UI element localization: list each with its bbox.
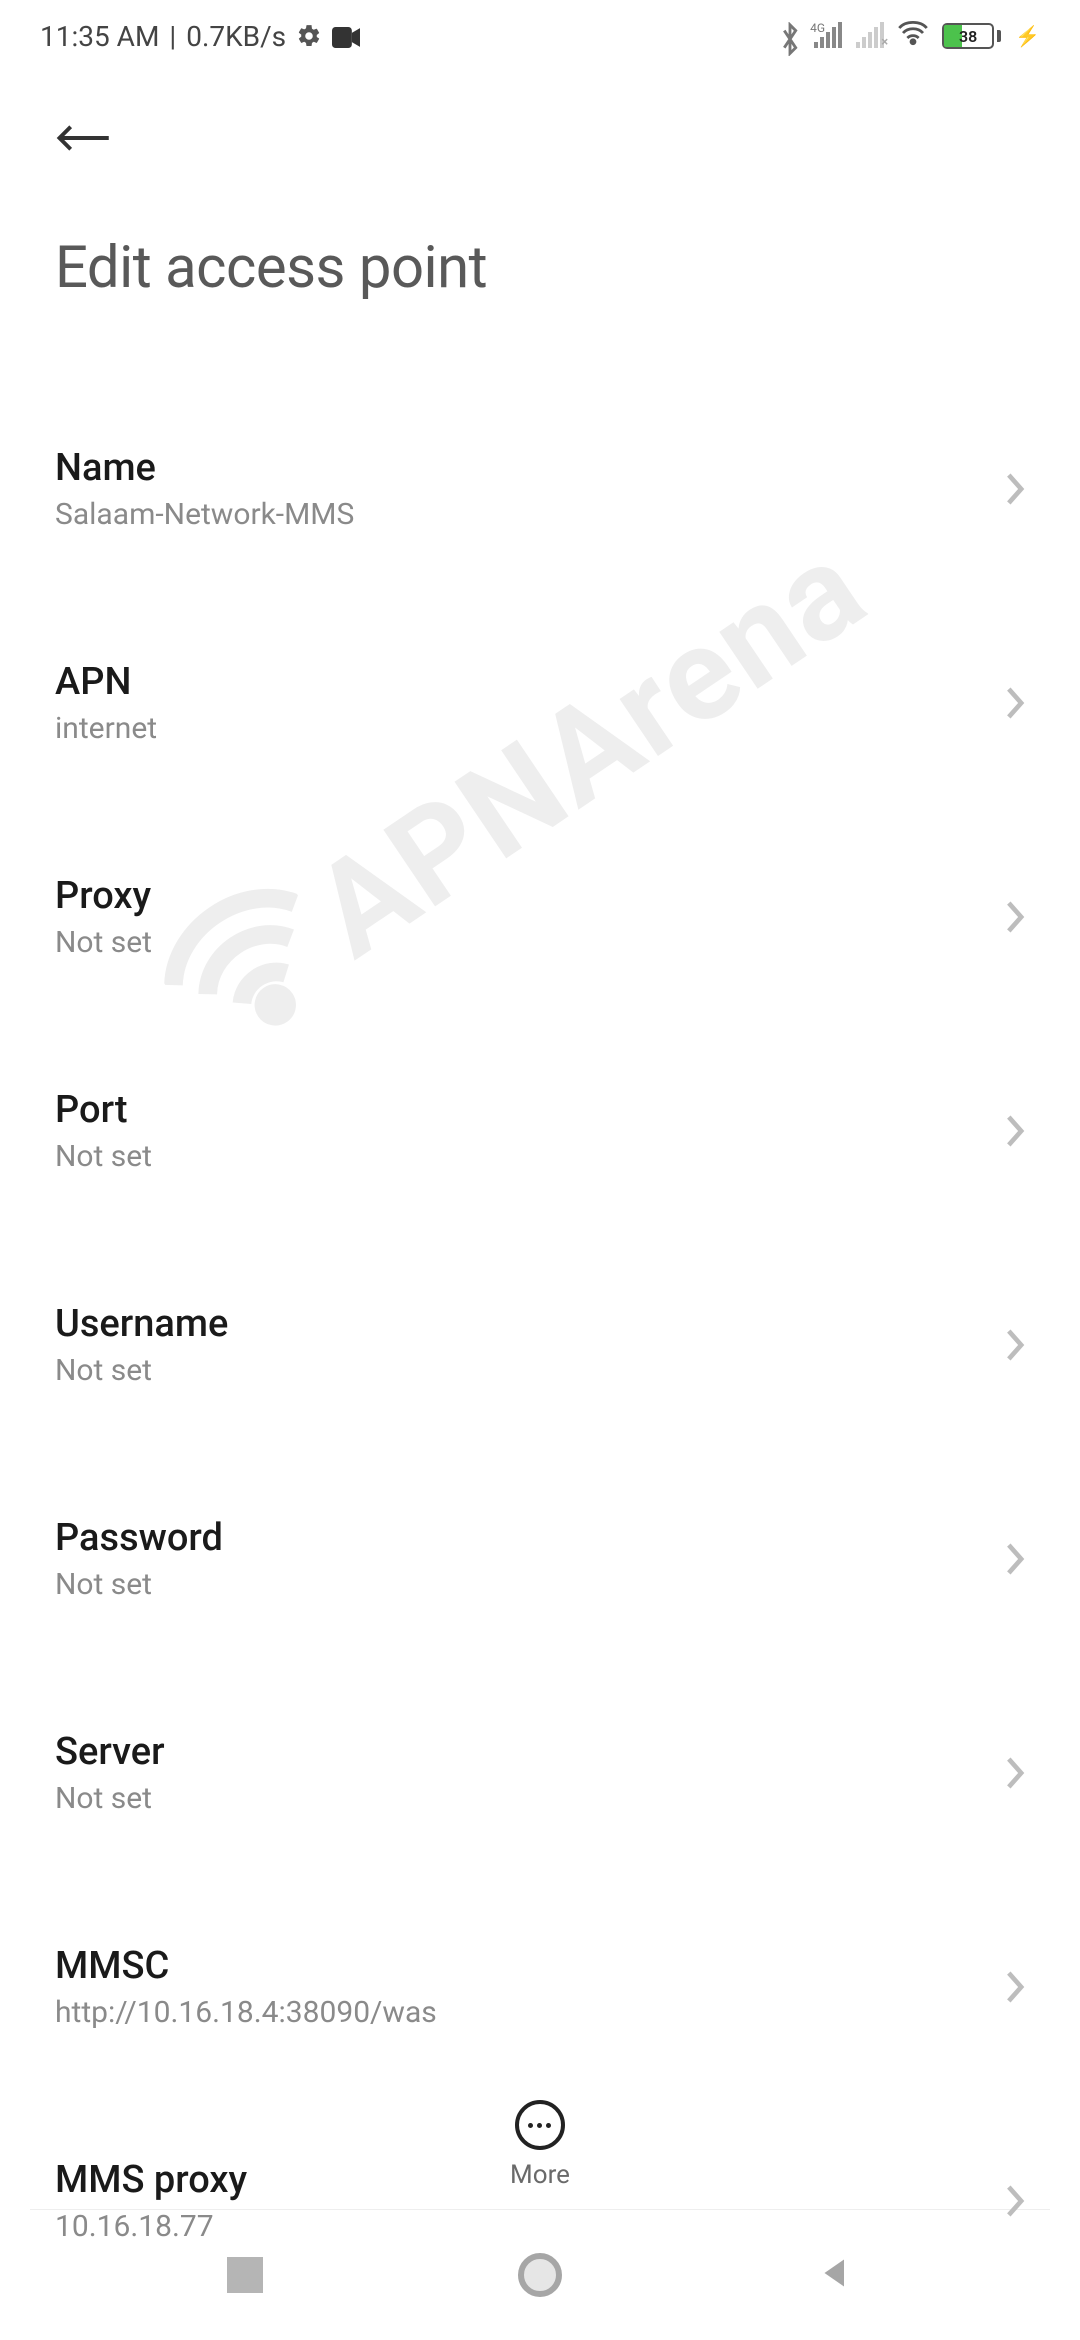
item-mmsc[interactable]: MMSC http://10.16.18.4:38090/was: [55, 1914, 1025, 2060]
item-subtitle: Not set: [55, 1781, 165, 1816]
item-subtitle: Not set: [55, 1353, 228, 1388]
item-subtitle: Not set: [55, 1567, 223, 1602]
signal-4g-icon: 4G: [814, 24, 842, 48]
item-title: Password: [55, 1516, 223, 1560]
chevron-right-icon: [999, 1542, 1025, 1576]
chevron-right-icon: [999, 1970, 1025, 2004]
nav-back-button[interactable]: [817, 2255, 853, 2295]
item-title: MMSC: [55, 1944, 437, 1988]
nav-home-button[interactable]: [518, 2253, 562, 2297]
chevron-right-icon: [999, 1114, 1025, 1148]
status-bar: 11:35 AM | 0.7KB/s 4G × 38: [0, 0, 1080, 72]
item-title: Name: [55, 446, 354, 490]
system-nav-bar: [0, 2210, 1080, 2340]
wifi-icon: [898, 20, 928, 53]
item-title: Username: [55, 1302, 228, 1346]
more-button[interactable]: More: [510, 2100, 570, 2190]
chevron-right-icon: [999, 900, 1025, 934]
item-subtitle: Not set: [55, 1139, 152, 1174]
nav-recent-button[interactable]: [227, 2257, 263, 2293]
more-icon: [515, 2100, 565, 2150]
item-username[interactable]: Username Not set: [55, 1272, 1025, 1418]
item-password[interactable]: Password Not set: [55, 1486, 1025, 1632]
page-title: Edit access point: [55, 234, 1025, 302]
signal-nosim-icon: ×: [856, 24, 884, 48]
item-name[interactable]: Name Salaam-Network-MMS: [55, 416, 1025, 562]
chevron-right-icon: [999, 1328, 1025, 1362]
item-apn[interactable]: APN internet: [55, 630, 1025, 776]
item-subtitle: Salaam-Network-MMS: [55, 497, 354, 532]
item-title: Proxy: [55, 874, 152, 918]
item-port[interactable]: Port Not set: [55, 1058, 1025, 1204]
item-subtitle: http://10.16.18.4:38090/was: [55, 1995, 437, 2030]
charging-icon: ⚡: [1015, 24, 1040, 48]
item-subtitle: internet: [55, 711, 157, 746]
bluetooth-icon: [780, 22, 800, 50]
item-title: Server: [55, 1730, 165, 1774]
item-title: APN: [55, 660, 157, 704]
item-subtitle: Not set: [55, 925, 152, 960]
gear-icon: [296, 23, 322, 49]
status-time: 11:35 AM: [40, 20, 159, 53]
chevron-right-icon: [999, 472, 1025, 506]
item-proxy[interactable]: Proxy Not set: [55, 844, 1025, 990]
item-title: Port: [55, 1088, 152, 1132]
chevron-right-icon: [999, 1756, 1025, 1790]
more-label: More: [510, 2160, 570, 2190]
camera-icon: [332, 25, 360, 47]
item-server[interactable]: Server Not set: [55, 1700, 1025, 1846]
settings-list: Name Salaam-Network-MMS APN internet Pro…: [0, 416, 1080, 2274]
status-speed: 0.7KB/s: [186, 20, 286, 53]
back-button[interactable]: [55, 102, 127, 174]
bottom-action-bar: More: [0, 2080, 1080, 2190]
chevron-right-icon: [999, 686, 1025, 720]
battery-icon: 38: [942, 23, 1001, 49]
